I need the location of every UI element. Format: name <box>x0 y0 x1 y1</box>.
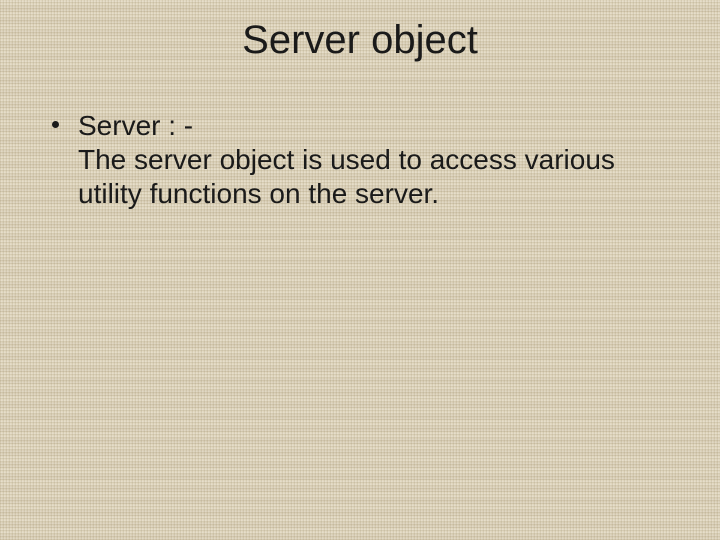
bullet-lead: Server : - <box>78 110 193 141</box>
bullet-text: The server object is used to access vari… <box>78 144 615 209</box>
bullet-icon <box>52 121 59 128</box>
slide-title: Server object <box>40 18 680 63</box>
slide-body: Server : - The server object is used to … <box>40 109 680 211</box>
slide: Server object Server : - The server obje… <box>0 0 720 540</box>
bullet-item: Server : - The server object is used to … <box>50 109 680 211</box>
